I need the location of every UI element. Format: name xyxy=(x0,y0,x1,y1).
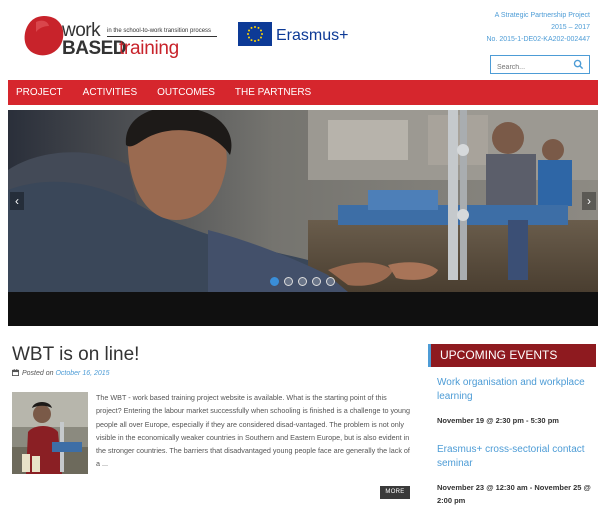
slider-next-button[interactable]: › xyxy=(582,192,596,210)
logo-word-training: training xyxy=(119,38,179,59)
slider-dot[interactable] xyxy=(326,277,335,286)
search-icon[interactable] xyxy=(573,59,584,70)
slider-dot[interactable] xyxy=(298,277,307,286)
event-title-1[interactable]: Work organisation and workplace learning xyxy=(437,376,592,404)
event-time-1: November 19 @ 2:30 pm - 5:30 pm xyxy=(437,416,559,425)
partnership-line-1: A Strategic Partnership Project xyxy=(494,12,590,19)
slider-prev-button[interactable]: ‹ xyxy=(10,192,24,210)
slider-dots xyxy=(270,277,335,286)
partnership-line-2: 2015 – 2017 xyxy=(551,24,590,31)
nav-item-the-partners[interactable]: THE PARTNERS xyxy=(235,87,311,98)
search-box xyxy=(490,55,590,76)
logo-word-based: BASED xyxy=(62,38,127,59)
slider-dot[interactable] xyxy=(312,277,321,286)
logo-tagline: in the school-to-work transition process xyxy=(107,28,212,34)
logo-divider xyxy=(107,36,217,37)
main-nav: PROJECT ACTIVITIES OUTCOMES THE PARTNERS xyxy=(8,80,598,105)
nav-item-project[interactable]: PROJECT xyxy=(16,87,63,98)
post-title[interactable]: WBT is on line! xyxy=(12,344,139,366)
post-date-link[interactable]: October 16, 2015 xyxy=(55,370,109,377)
slider-dot[interactable] xyxy=(284,277,293,286)
partnership-line-3: No. 2015-1-DE02-KA202-002447 xyxy=(486,36,590,43)
slider-caption-band xyxy=(8,292,598,326)
nav-item-outcomes[interactable]: OUTCOMES xyxy=(157,87,215,98)
eu-flag-icon xyxy=(238,22,272,46)
posted-on-label: Posted on xyxy=(22,370,54,377)
post-thumbnail[interactable] xyxy=(12,392,88,474)
erasmus-label: Erasmus+ xyxy=(276,27,349,44)
hero-slide-image xyxy=(8,110,598,292)
calendar-icon xyxy=(12,369,19,376)
event-title-2[interactable]: Erasmus+ cross-sectorial contact seminar xyxy=(437,443,592,471)
post-excerpt: The WBT - work based training project we… xyxy=(96,393,411,469)
post-meta: Posted on October 16, 2015 xyxy=(12,369,110,377)
logo-blob-icon xyxy=(24,16,64,56)
upcoming-events-heading: UPCOMING EVENTS xyxy=(428,344,596,367)
nav-item-activities[interactable]: ACTIVITIES xyxy=(83,87,137,98)
event-time-2: November 23 @ 12:30 am - November 25 @ 2… xyxy=(437,483,591,505)
slider-dot[interactable] xyxy=(270,277,279,286)
wbt-logo[interactable]: work in the school-to-work transition pr… xyxy=(22,12,222,62)
site-header: work in the school-to-work transition pr… xyxy=(0,0,598,80)
search-input[interactable] xyxy=(491,59,571,76)
more-button[interactable]: MORE xyxy=(380,486,410,499)
hero-slider: ‹ › xyxy=(8,110,598,292)
partnership-info: A Strategic Partnership Project 2015 – 2… xyxy=(486,10,590,46)
